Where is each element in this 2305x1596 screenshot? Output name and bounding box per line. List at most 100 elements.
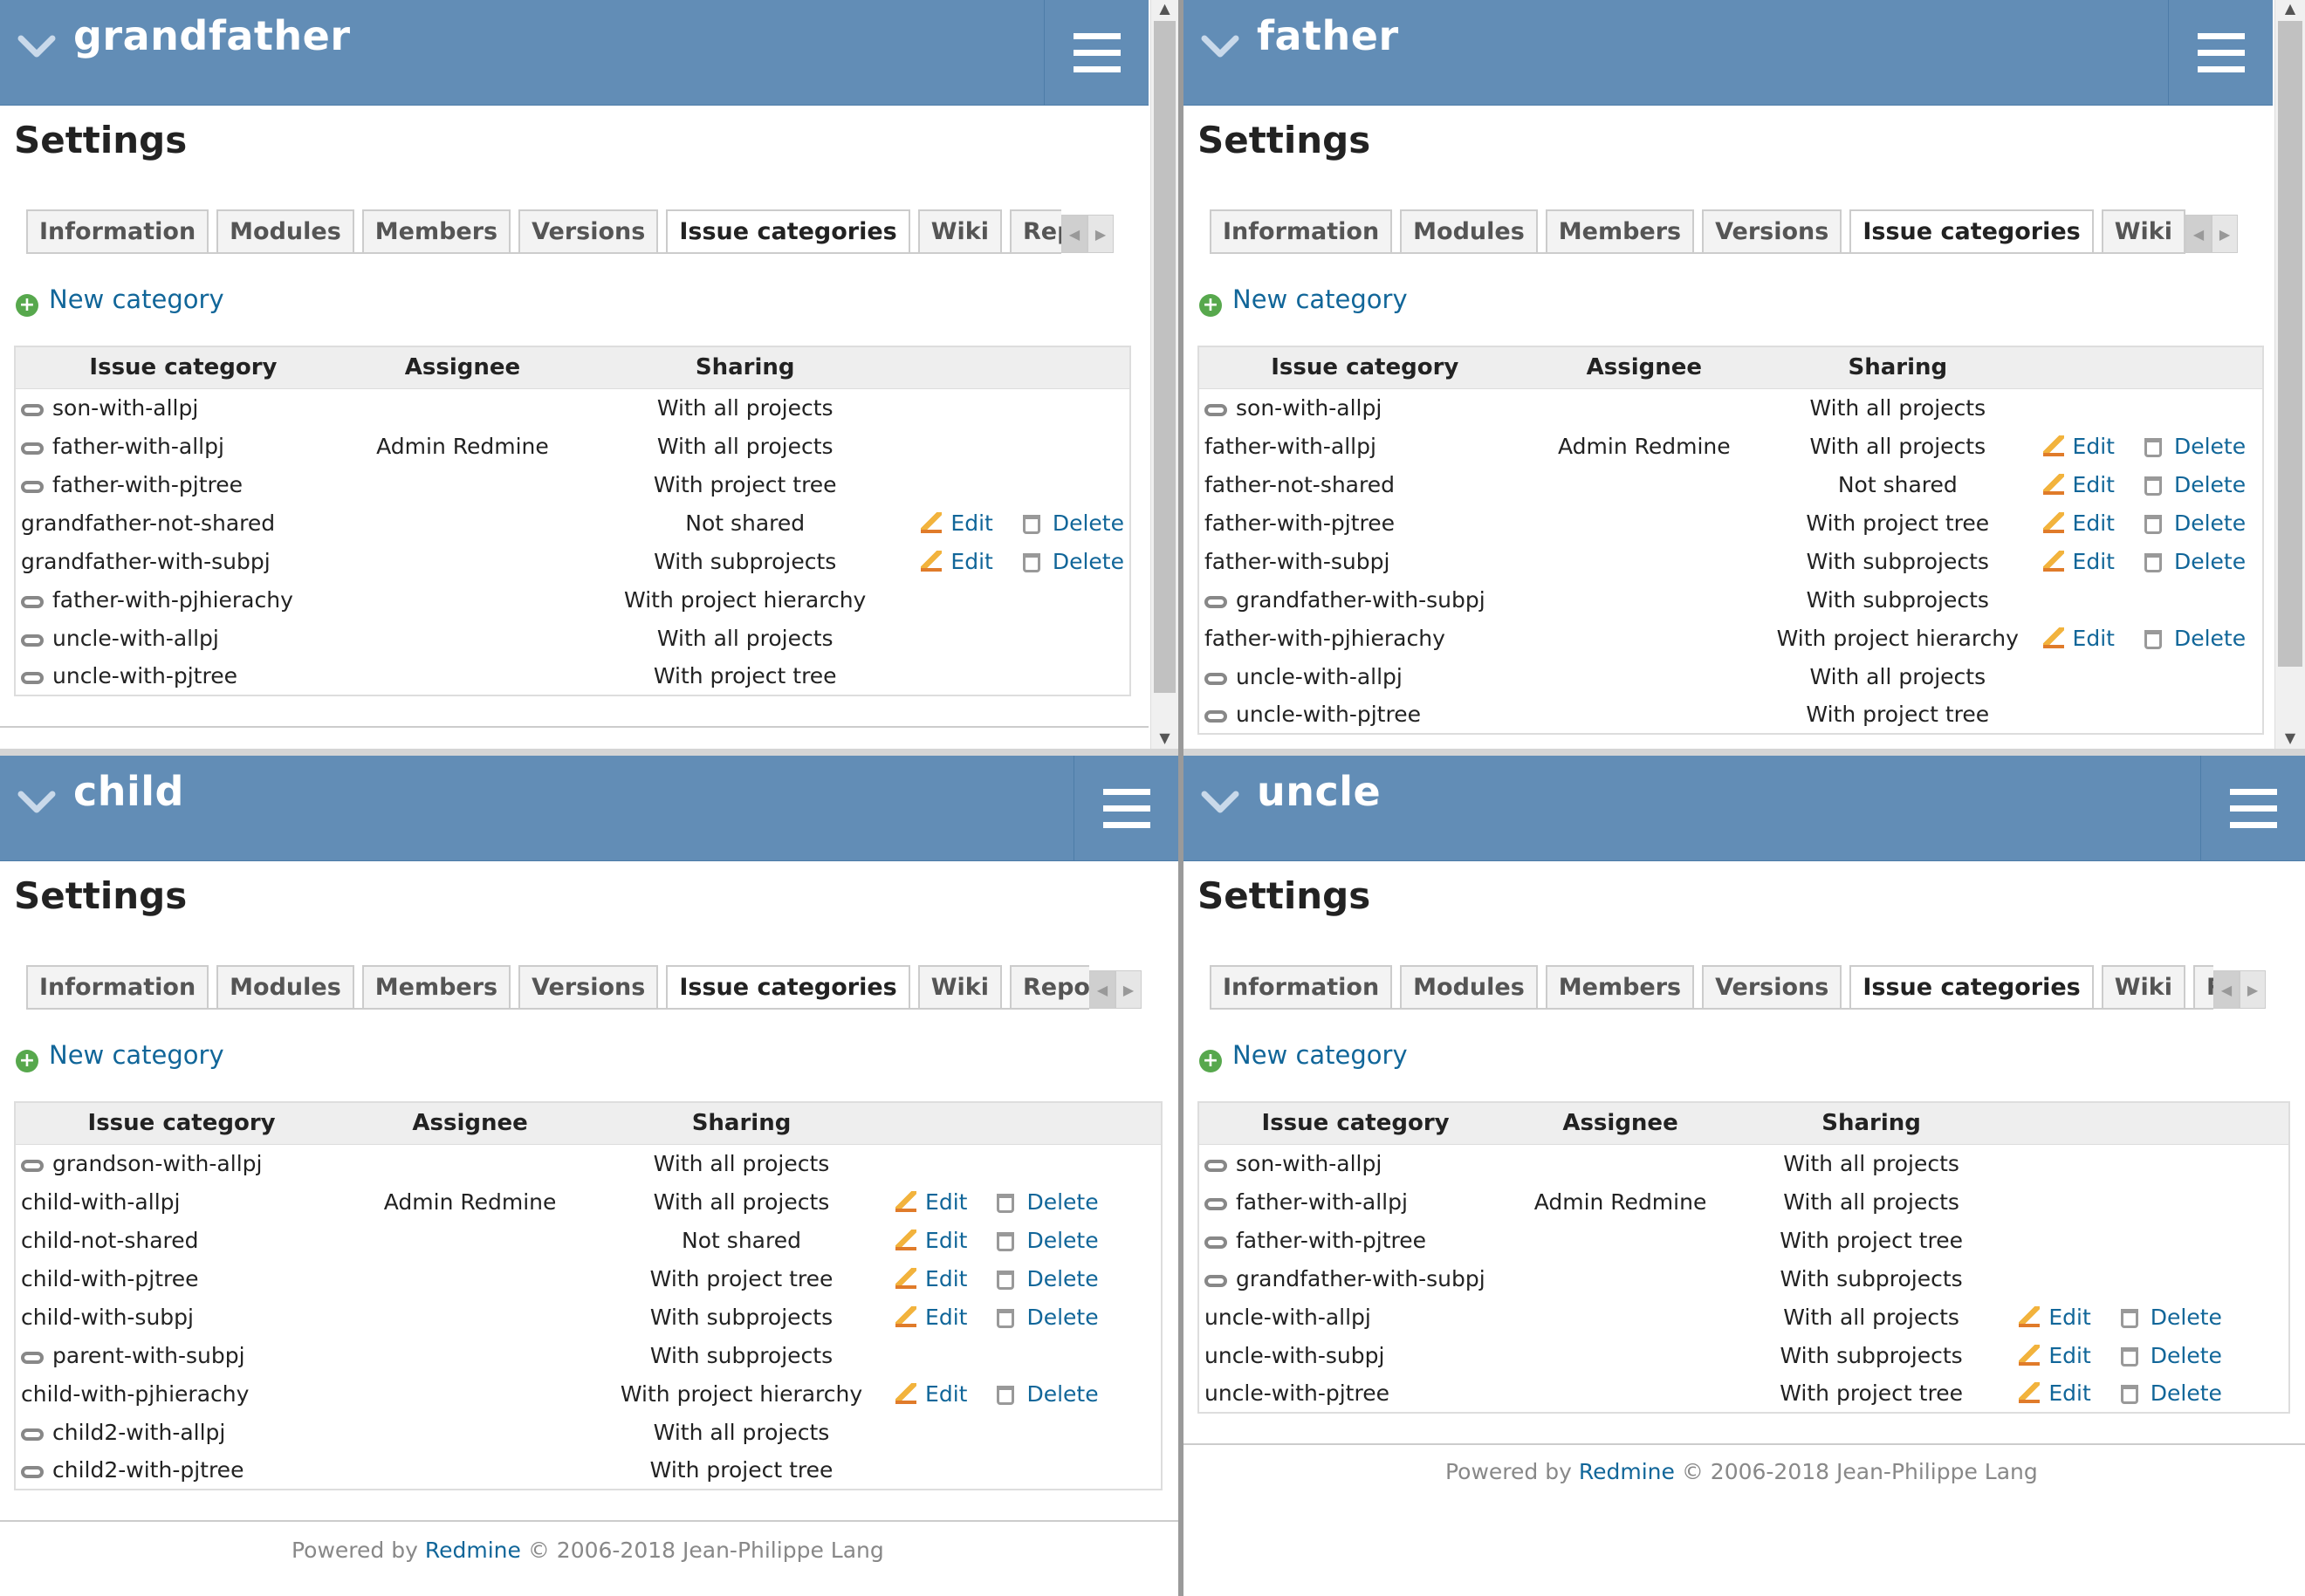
redmine-link[interactable]: Redmine	[425, 1538, 521, 1563]
tab-information[interactable]: Information	[26, 209, 209, 252]
edit-link[interactable]: Edit	[895, 1266, 967, 1291]
tab-modules[interactable]: Modules	[216, 965, 354, 1008]
tab-members[interactable]: Members	[1545, 965, 1695, 1008]
edit-link[interactable]: Edit	[895, 1305, 967, 1330]
tab-reposit[interactable]: Reposit	[2193, 965, 2213, 1008]
tab-members[interactable]: Members	[361, 209, 511, 252]
tab-modules[interactable]: Modules	[1400, 209, 1538, 252]
delete-label[interactable]: Delete	[2151, 1380, 2222, 1406]
tab-issue-categories[interactable]: Issue categories	[666, 965, 910, 1008]
delete-label[interactable]: Delete	[1053, 510, 1124, 536]
edit-link[interactable]: Edit	[2019, 1343, 2091, 1368]
delete-link[interactable]: Delete	[2144, 549, 2246, 574]
chevron-down-icon[interactable]	[1199, 31, 1241, 61]
tab-members[interactable]: Members	[1545, 209, 1695, 252]
tab-wiki[interactable]: Wiki	[917, 209, 1002, 252]
delete-link[interactable]: Delete	[1022, 510, 1124, 536]
edit-link[interactable]: Edit	[921, 510, 993, 536]
tab-scroll-left-icon[interactable]: ◀	[1089, 970, 1115, 1009]
new-category-label[interactable]: New category	[49, 1040, 224, 1070]
tab-versions[interactable]: Versions	[1702, 209, 1842, 252]
delete-label[interactable]: Delete	[2174, 626, 2246, 651]
scrollbar-father[interactable]: ▲ ▼	[2274, 0, 2305, 749]
tab-wiki[interactable]: Wiki	[2101, 965, 2185, 1008]
delete-link[interactable]: Delete	[997, 1266, 1099, 1291]
new-category-link[interactable]: + New category	[16, 1040, 224, 1072]
tab-wiki[interactable]: Wiki	[917, 965, 1002, 1008]
edit-label[interactable]: Edit	[950, 510, 992, 536]
tab-information[interactable]: Information	[1210, 209, 1393, 252]
tab-versions[interactable]: Versions	[1702, 965, 1842, 1008]
delete-link[interactable]: Delete	[2144, 434, 2246, 459]
tab-wiki[interactable]: Wiki	[2101, 209, 2185, 252]
edit-link[interactable]: Edit	[2042, 472, 2115, 497]
edit-link[interactable]: Edit	[2042, 626, 2115, 651]
tab-members[interactable]: Members	[361, 965, 511, 1008]
tab-scroll-right-icon[interactable]: ▶	[1087, 215, 1114, 253]
delete-link[interactable]: Delete	[2120, 1380, 2222, 1406]
tab-issue-categories[interactable]: Issue categories	[1849, 965, 2094, 1008]
tab-scroll-right-icon[interactable]: ▶	[1115, 970, 1142, 1009]
hamburger-menu-icon[interactable]	[1044, 0, 1149, 106]
delete-link[interactable]: Delete	[997, 1305, 1099, 1330]
delete-link[interactable]: Delete	[1022, 549, 1124, 574]
delete-label[interactable]: Delete	[2151, 1305, 2222, 1330]
tab-scroll-left-icon[interactable]: ◀	[1061, 215, 1087, 253]
tab-versions[interactable]: Versions	[518, 209, 659, 252]
edit-link[interactable]: Edit	[2019, 1305, 2091, 1330]
tab-information[interactable]: Information	[26, 965, 209, 1008]
scrollbar-grandfather[interactable]: ▲ ▼	[1150, 0, 1178, 749]
chevron-down-icon[interactable]	[16, 787, 58, 817]
edit-link[interactable]: Edit	[2042, 434, 2115, 459]
edit-link[interactable]: Edit	[2042, 510, 2115, 536]
tab-repositories[interactable]: Repositories	[1010, 965, 1089, 1008]
delete-label[interactable]: Delete	[1026, 1266, 1098, 1291]
new-category-label[interactable]: New category	[49, 284, 224, 314]
delete-label[interactable]: Delete	[1026, 1189, 1098, 1215]
edit-link[interactable]: Edit	[2019, 1380, 2091, 1406]
delete-link[interactable]: Delete	[2120, 1343, 2222, 1368]
delete-label[interactable]: Delete	[2174, 472, 2246, 497]
edit-label[interactable]: Edit	[925, 1305, 967, 1330]
tab-scroll-right-icon[interactable]: ▶	[2212, 215, 2238, 253]
delete-link[interactable]: Delete	[997, 1189, 1099, 1215]
chevron-down-icon[interactable]	[1199, 787, 1241, 817]
delete-link[interactable]: Delete	[2144, 510, 2246, 536]
new-category-label[interactable]: New category	[1232, 284, 1408, 314]
tab-scroll-left-icon[interactable]: ◀	[2213, 970, 2240, 1009]
tab-scroll-right-icon[interactable]: ▶	[2240, 970, 2266, 1009]
edit-label[interactable]: Edit	[925, 1189, 967, 1215]
delete-link[interactable]: Delete	[997, 1228, 1099, 1253]
edit-link[interactable]: Edit	[895, 1381, 967, 1407]
delete-label[interactable]: Delete	[1026, 1381, 1098, 1407]
edit-label[interactable]: Edit	[925, 1266, 967, 1291]
chevron-down-icon[interactable]	[16, 31, 58, 61]
redmine-link[interactable]: Redmine	[1579, 1459, 1675, 1484]
edit-label[interactable]: Edit	[2048, 1380, 2090, 1406]
edit-label[interactable]: Edit	[2073, 626, 2115, 651]
edit-label[interactable]: Edit	[2048, 1343, 2090, 1368]
tab-repositorie[interactable]: Repositorie	[1010, 209, 1061, 252]
tab-versions[interactable]: Versions	[518, 965, 659, 1008]
delete-label[interactable]: Delete	[2174, 549, 2246, 574]
tab-modules[interactable]: Modules	[216, 209, 354, 252]
delete-label[interactable]: Delete	[1026, 1305, 1098, 1330]
edit-link[interactable]: Edit	[895, 1189, 967, 1215]
tab-issue-categories[interactable]: Issue categories	[1849, 209, 2094, 252]
new-category-link[interactable]: + New category	[1199, 284, 1408, 317]
delete-link[interactable]: Delete	[2120, 1305, 2222, 1330]
edit-label[interactable]: Edit	[2073, 472, 2115, 497]
delete-label[interactable]: Delete	[1053, 549, 1124, 574]
edit-label[interactable]: Edit	[2073, 510, 2115, 536]
hamburger-menu-icon[interactable]	[2168, 0, 2273, 106]
new-category-link[interactable]: + New category	[16, 284, 224, 317]
delete-link[interactable]: Delete	[2144, 472, 2246, 497]
tab-information[interactable]: Information	[1210, 965, 1393, 1008]
edit-link[interactable]: Edit	[2042, 549, 2115, 574]
edit-link[interactable]: Edit	[895, 1228, 967, 1253]
edit-label[interactable]: Edit	[2073, 549, 2115, 574]
delete-label[interactable]: Delete	[2174, 510, 2246, 536]
tab-scroll-left-icon[interactable]: ◀	[2185, 215, 2212, 253]
edit-label[interactable]: Edit	[2048, 1305, 2090, 1330]
delete-link[interactable]: Delete	[997, 1381, 1099, 1407]
